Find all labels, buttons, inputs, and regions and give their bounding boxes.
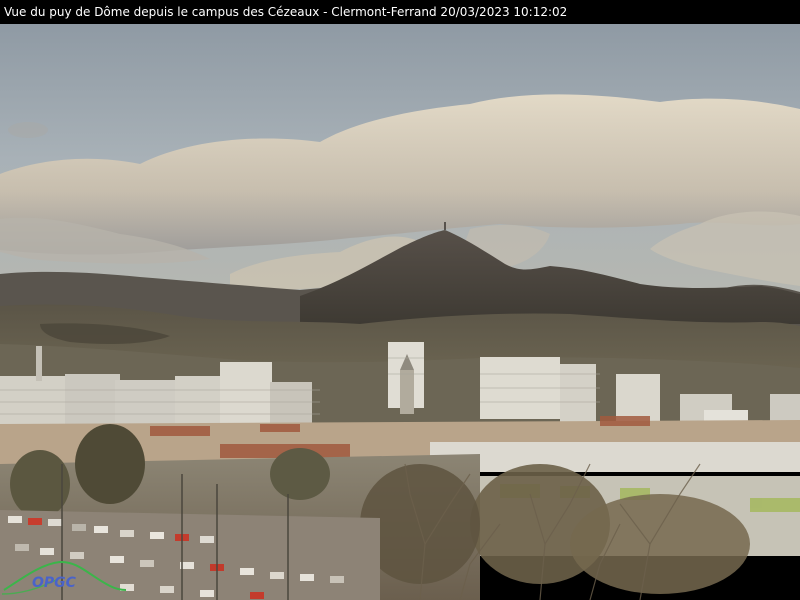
caption-bar: Vue du puy de Dôme depuis le campus des … <box>0 0 800 24</box>
small-cloud <box>8 122 48 138</box>
campus-building <box>430 442 800 472</box>
opgc-logo: OPGC <box>0 550 130 600</box>
caption-text: Vue du puy de Dôme depuis le campus des … <box>4 5 568 19</box>
landscape-photo <box>0 24 800 600</box>
logo-text: OPGC <box>32 575 76 591</box>
webcam-frame: Vue du puy de Dôme depuis le campus des … <box>0 0 800 600</box>
